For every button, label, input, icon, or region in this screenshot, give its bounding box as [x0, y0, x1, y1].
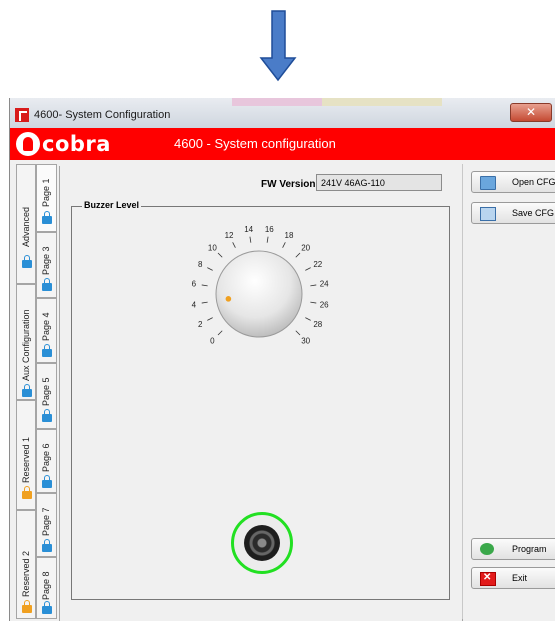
- dial-tick: [282, 242, 286, 248]
- dial-scale-label: 14: [244, 225, 253, 234]
- dial-scale-label: 12: [225, 231, 234, 240]
- dial-tick: [310, 284, 317, 287]
- save-cfg-label: Save CFG: [512, 208, 555, 218]
- dial-tick: [207, 317, 213, 321]
- dial-scale-label: 30: [301, 337, 310, 346]
- dial-indicator: [225, 296, 232, 302]
- dial-scale-label: 20: [301, 243, 310, 252]
- down-arrow-icon: [259, 10, 297, 82]
- buzzer-speaker[interactable]: [231, 512, 293, 574]
- dial-knob[interactable]: [215, 250, 303, 338]
- dial-tick: [207, 267, 213, 271]
- dial-tick: [266, 236, 269, 243]
- program-label: Program: [512, 544, 547, 554]
- open-cfg-label: Open CFG: [512, 177, 555, 187]
- dial-tick: [305, 317, 311, 321]
- save-icon: [480, 207, 496, 221]
- speaker-icon: [244, 525, 280, 561]
- dial-tick: [249, 236, 252, 243]
- dial-tick: [217, 252, 223, 258]
- dial-scale-label: 26: [320, 300, 329, 309]
- dial-scale-label: 0: [210, 337, 215, 346]
- dial-scale-label: 8: [198, 260, 203, 269]
- dial-scale-label: 22: [313, 260, 322, 269]
- dial-tick: [201, 301, 208, 304]
- program-button[interactable]: Program: [471, 538, 555, 560]
- dial-tick: [295, 252, 301, 258]
- exit-button[interactable]: Exit: [471, 567, 555, 589]
- open-cfg-button[interactable]: Open CFG: [471, 171, 555, 193]
- dial-tick: [232, 242, 236, 248]
- dial-scale-label: 28: [313, 320, 322, 329]
- dial-scale-label: 16: [265, 225, 274, 234]
- dial-tick: [201, 284, 208, 287]
- dial-tick: [217, 330, 223, 336]
- exit-label: Exit: [512, 573, 528, 583]
- dial-tick: [305, 267, 311, 271]
- dial-scale-label: 4: [192, 300, 197, 309]
- dial-scale-label: 24: [320, 280, 329, 289]
- dial-scale-label: 2: [198, 320, 203, 329]
- program-arrow-icon: [480, 543, 494, 555]
- dial-tick: [295, 330, 301, 336]
- dial-scale-label: 6: [192, 280, 197, 289]
- dial-scale-label: 10: [208, 243, 217, 252]
- dial-tick: [310, 301, 317, 304]
- dial-scale-label: 18: [285, 231, 294, 240]
- folder-open-icon: [480, 176, 496, 190]
- save-cfg-button[interactable]: Save CFG: [471, 202, 555, 224]
- app-window: 4600- System Configuration ✕ cobra 4600 …: [9, 98, 555, 621]
- exit-icon: [480, 572, 496, 586]
